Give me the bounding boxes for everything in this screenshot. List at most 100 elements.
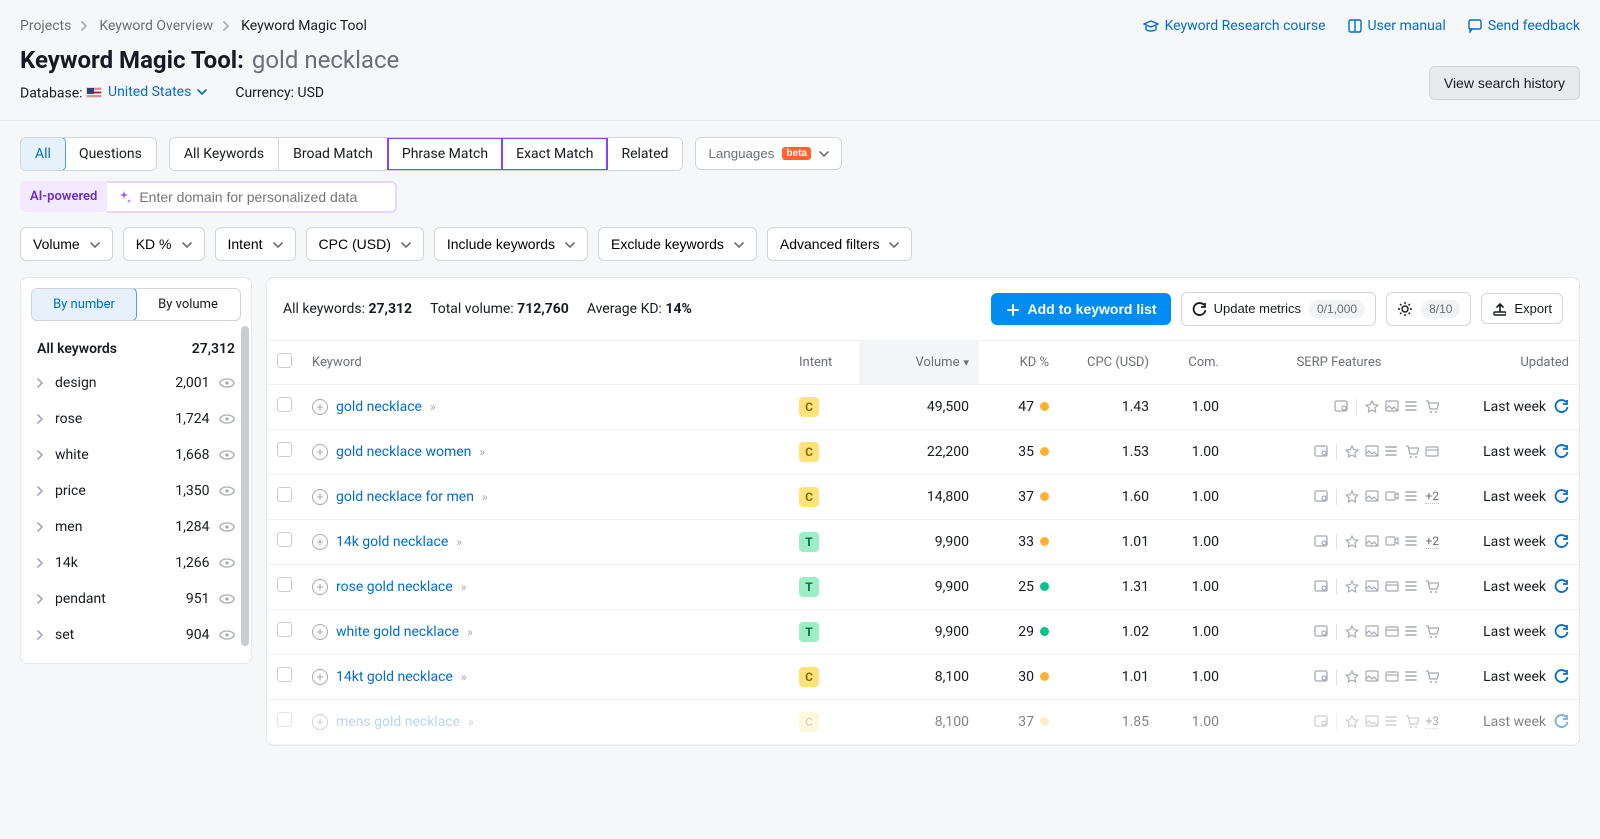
keyword-link[interactable]: 14k gold necklace (336, 534, 448, 550)
settings-button[interactable]: 8/10 (1386, 292, 1471, 326)
select-all-checkbox[interactable] (277, 353, 292, 368)
refresh-row-icon[interactable] (1554, 534, 1569, 550)
crumb-projects[interactable]: Projects (20, 18, 71, 34)
serp-more[interactable]: +2 (1425, 534, 1439, 549)
filter-advanced-filters[interactable]: Advanced filters (767, 227, 913, 261)
row-checkbox[interactable] (277, 397, 292, 412)
double-chevron-icon[interactable]: » (479, 445, 483, 459)
sidebar-item-rose[interactable]: rose1,724 (27, 401, 245, 437)
crumb-overview[interactable]: Keyword Overview (99, 18, 213, 34)
seg-related[interactable]: Related (607, 138, 682, 170)
row-checkbox[interactable] (277, 487, 292, 502)
row-checkbox[interactable] (277, 442, 292, 457)
refresh-row-icon[interactable] (1554, 714, 1569, 730)
add-to-keyword-list-button[interactable]: Add to keyword list (991, 293, 1170, 325)
keyword-link[interactable]: gold necklace (336, 399, 422, 415)
double-chevron-icon[interactable]: » (461, 670, 465, 684)
col-com[interactable]: Com. (1159, 341, 1229, 385)
add-keyword-icon[interactable]: + (312, 669, 328, 685)
row-checkbox[interactable] (277, 622, 292, 637)
seg-exact-match[interactable]: Exact Match (501, 137, 608, 171)
refresh-row-icon[interactable] (1554, 579, 1569, 595)
sidebar-item-design[interactable]: design2,001 (27, 365, 245, 401)
double-chevron-icon[interactable]: » (430, 400, 434, 414)
double-chevron-icon[interactable]: » (461, 580, 465, 594)
keyword-link[interactable]: 14kt gold necklace (336, 669, 453, 685)
languages-dropdown[interactable]: Languages beta (695, 137, 842, 170)
filter-include-keywords[interactable]: Include keywords (434, 227, 588, 261)
add-keyword-icon[interactable]: + (312, 624, 328, 640)
toggle-by-volume[interactable]: By volume (136, 289, 240, 320)
col-cpc[interactable]: CPC (USD) (1059, 341, 1159, 385)
eye-icon[interactable] (219, 483, 235, 499)
filter-intent[interactable]: Intent (215, 227, 296, 261)
filter-exclude-keywords[interactable]: Exclude keywords (598, 227, 757, 261)
ai-domain-input[interactable] (139, 189, 385, 205)
eye-icon[interactable] (219, 411, 235, 427)
eye-icon[interactable] (219, 375, 235, 391)
view-search-history-button[interactable]: View search history (1429, 66, 1580, 100)
seg-questions[interactable]: Questions (65, 138, 156, 170)
serp-more[interactable]: +2 (1425, 489, 1439, 504)
sidebar-item-set[interactable]: set904 (27, 617, 245, 653)
double-chevron-icon[interactable]: » (467, 625, 471, 639)
sidebar-item-white[interactable]: white1,668 (27, 437, 245, 473)
sidebar-item-price[interactable]: price1,350 (27, 473, 245, 509)
row-checkbox[interactable] (277, 667, 292, 682)
keyword-link[interactable]: mens gold necklace (336, 714, 460, 730)
eye-icon[interactable] (219, 555, 235, 571)
seg-all-keywords[interactable]: All Keywords (170, 138, 279, 170)
row-checkbox[interactable] (277, 577, 292, 592)
col-volume[interactable]: Volume▾ (859, 341, 979, 385)
keyword-link[interactable]: white gold necklace (336, 624, 459, 640)
double-chevron-icon[interactable]: » (482, 490, 486, 504)
sidebar-item-14k[interactable]: 14k1,266 (27, 545, 245, 581)
seg-broad-match[interactable]: Broad Match (279, 138, 388, 170)
col-updated[interactable]: Updated (1449, 341, 1579, 385)
double-chevron-icon[interactable]: » (468, 715, 472, 729)
serp-more[interactable]: +3 (1425, 714, 1439, 729)
ai-domain-input-wrap[interactable] (107, 181, 397, 213)
keyword-link[interactable]: gold necklace for men (336, 489, 474, 505)
sidebar-item-pendant[interactable]: pendant951 (27, 581, 245, 617)
export-button[interactable]: Export (1481, 293, 1563, 324)
refresh-row-icon[interactable] (1554, 624, 1569, 640)
sidebar-all-keywords[interactable]: All keywords 27,312 (27, 333, 245, 365)
add-keyword-icon[interactable]: + (312, 579, 328, 595)
row-checkbox[interactable] (277, 712, 292, 727)
col-keyword[interactable]: Keyword (302, 341, 789, 385)
seg-all[interactable]: All (20, 137, 66, 171)
filter-cpc-usd-[interactable]: CPC (USD) (306, 227, 424, 261)
scrollbar-thumb[interactable] (241, 326, 249, 646)
col-intent[interactable]: Intent (789, 341, 859, 385)
seg-phrase-match[interactable]: Phrase Match (387, 137, 503, 171)
link-research-course[interactable]: Keyword Research course (1143, 18, 1326, 34)
refresh-row-icon[interactable] (1554, 669, 1569, 685)
keyword-link[interactable]: gold necklace women (336, 444, 471, 460)
eye-icon[interactable] (219, 519, 235, 535)
add-keyword-icon[interactable]: + (312, 714, 328, 730)
toggle-by-number[interactable]: By number (31, 288, 137, 321)
sidebar-item-men[interactable]: men1,284 (27, 509, 245, 545)
add-keyword-icon[interactable]: + (312, 444, 328, 460)
keyword-link[interactable]: rose gold necklace (336, 579, 453, 595)
filter-volume[interactable]: Volume (20, 227, 113, 261)
row-checkbox[interactable] (277, 532, 292, 547)
eye-icon[interactable] (219, 591, 235, 607)
refresh-row-icon[interactable] (1554, 399, 1569, 415)
link-send-feedback[interactable]: Send feedback (1468, 18, 1580, 34)
add-keyword-icon[interactable]: + (312, 399, 328, 415)
add-keyword-icon[interactable]: + (312, 489, 328, 505)
add-keyword-icon[interactable]: + (312, 534, 328, 550)
filter-kd-[interactable]: KD % (123, 227, 205, 261)
database-selector[interactable]: United States (86, 84, 207, 100)
double-chevron-icon[interactable]: » (456, 535, 460, 549)
update-metrics-button[interactable]: Update metrics 0/1,000 (1181, 292, 1376, 326)
refresh-row-icon[interactable] (1554, 489, 1569, 505)
col-serp[interactable]: SERP Features (1229, 341, 1449, 385)
eye-icon[interactable] (219, 627, 235, 643)
link-user-manual[interactable]: User manual (1348, 18, 1446, 34)
eye-icon[interactable] (219, 447, 235, 463)
col-kd[interactable]: KD % (979, 341, 1059, 385)
refresh-row-icon[interactable] (1554, 444, 1569, 460)
